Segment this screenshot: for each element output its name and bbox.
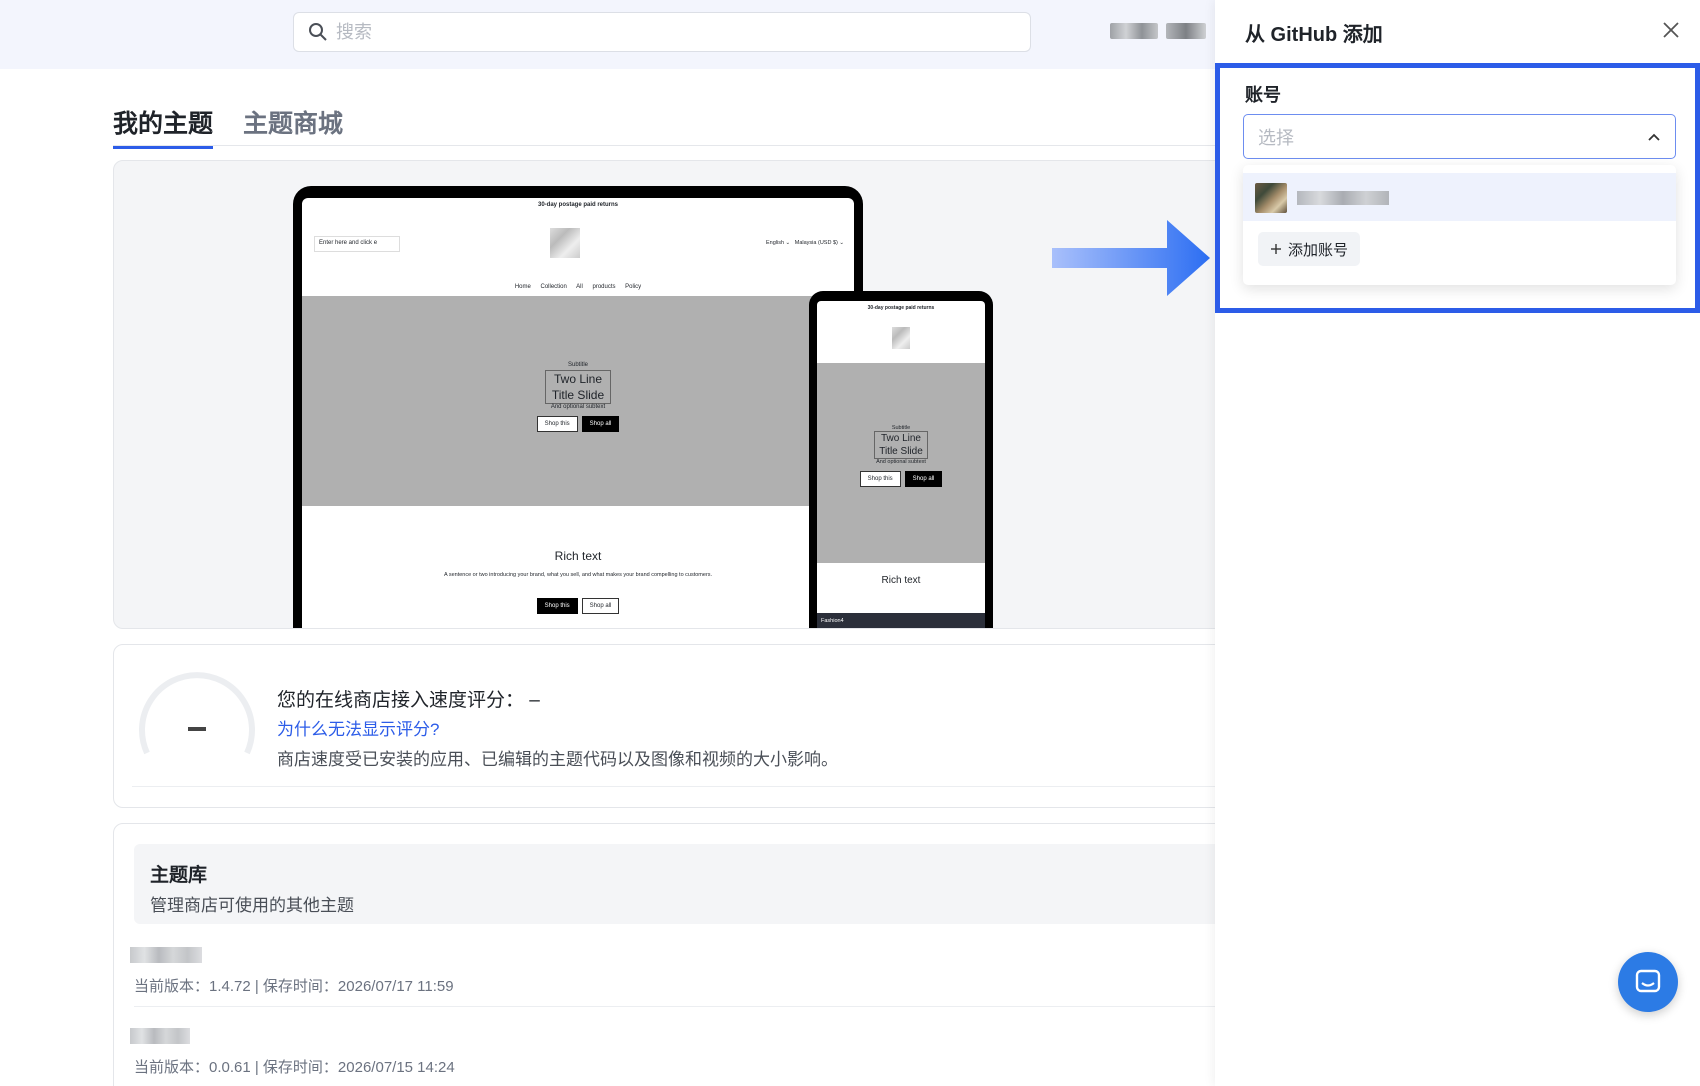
plus-icon (1271, 244, 1281, 254)
hero-slide: Subtitle Two Line Title Slide And optiona… (302, 296, 854, 506)
add-account-label: 添加账号 (1288, 241, 1349, 259)
divider (132, 786, 1232, 787)
speed-score-card: 您的在线商店接入速度评分： – 为什么无法显示评分? 商店速度受已安装的应用、已… (113, 644, 1233, 808)
speed-gauge (139, 672, 255, 755)
arrow-right-icon (1052, 220, 1210, 296)
chat-icon (1635, 969, 1661, 993)
theme-tabs: 我的主题 主题商城 (113, 104, 343, 149)
theme-name-blurred (130, 1028, 190, 1044)
phone-screen: 30-day postage paid returns Subtitle Two… (817, 301, 985, 628)
speed-help-link[interactable]: 为什么无法显示评分? (277, 715, 439, 740)
rich-text-title: Rich text (554, 549, 602, 563)
tab-theme-store[interactable]: 主题商城 (243, 104, 343, 149)
tab-my-themes[interactable]: 我的主题 (113, 104, 214, 149)
account-dropdown: 添加账号 (1243, 165, 1676, 285)
search-box[interactable] (293, 12, 1031, 52)
add-account-button[interactable]: 添加账号 (1258, 232, 1361, 266)
library-subtitle: 管理商店可使用的其他主题 (150, 896, 354, 915)
shop-this-button: Shop this (536, 416, 578, 432)
store-logo (550, 228, 580, 258)
account-select[interactable]: 选择 (1243, 114, 1676, 159)
rich-text-body: A sentence or two introducing your brand… (443, 572, 713, 578)
search-icon (309, 23, 327, 41)
preview-locale: English ⌄ Malaysia (USD $) ⌄ (765, 240, 844, 246)
phone-logo (892, 327, 910, 349)
select-placeholder: 选择 (1258, 127, 1294, 148)
speed-description: 商店速度受已安装的应用、已编辑的主题代码以及图像和视频的大小影响。 (277, 750, 838, 769)
top-bar (0, 0, 1215, 69)
search-input[interactable] (336, 21, 1016, 43)
theme-row-meta: 当前版本：0.0.61 | 保存时间：2026/07/15 14:24 (134, 1059, 455, 1076)
laptop-screen: 30-day postage paid returns Enter here a… (302, 198, 854, 628)
announcement-bar: 30-day postage paid returns (537, 202, 619, 208)
library-title: 主题库 (150, 865, 208, 886)
divider (134, 1006, 1234, 1007)
account-option[interactable] (1243, 173, 1676, 221)
theme-row-meta: 当前版本：1.4.72 | 保存时间：2026/07/17 11:59 (134, 978, 454, 995)
preview-nav: Home Collection All products Policy (514, 284, 642, 290)
avatar (1255, 183, 1287, 213)
close-icon[interactable] (1661, 20, 1681, 40)
chevron-up-icon (1648, 133, 1660, 141)
laptop-mockup: 30-day postage paid returns Enter here a… (293, 186, 863, 628)
speed-gauge-value (188, 727, 206, 731)
github-add-panel: 从 GitHub 添加 账号 选择 添加账号 (1215, 0, 1700, 1086)
theme-name-blurred (130, 947, 202, 963)
shop-all-button: Shop all (581, 416, 620, 432)
hero-title: Two Line Title Slide (544, 370, 612, 404)
account-name-blurred (1297, 191, 1389, 205)
user-name-blurred[interactable] (1110, 23, 1210, 41)
speed-title: 您的在线商店接入速度评分： – (277, 690, 540, 711)
tabs-divider (113, 145, 1215, 146)
account-label: 账号 (1245, 85, 1281, 105)
library-header: 主题库 管理商店可使用的其他主题 (134, 844, 1234, 924)
phone-bottom-bar: Fashion4 (817, 613, 985, 628)
preview-search: Enter here and click e (314, 236, 400, 252)
chat-button[interactable] (1618, 952, 1678, 1012)
theme-library-card: 主题库 管理商店可使用的其他主题 当前版本：1.4.72 | 保存时间：2026… (113, 823, 1234, 1086)
panel-title: 从 GitHub 添加 (1245, 24, 1383, 46)
phone-hero: Subtitle Two Line Title Slide And optiona… (817, 363, 985, 563)
phone-mockup: 30-day postage paid returns Subtitle Two… (809, 291, 993, 628)
